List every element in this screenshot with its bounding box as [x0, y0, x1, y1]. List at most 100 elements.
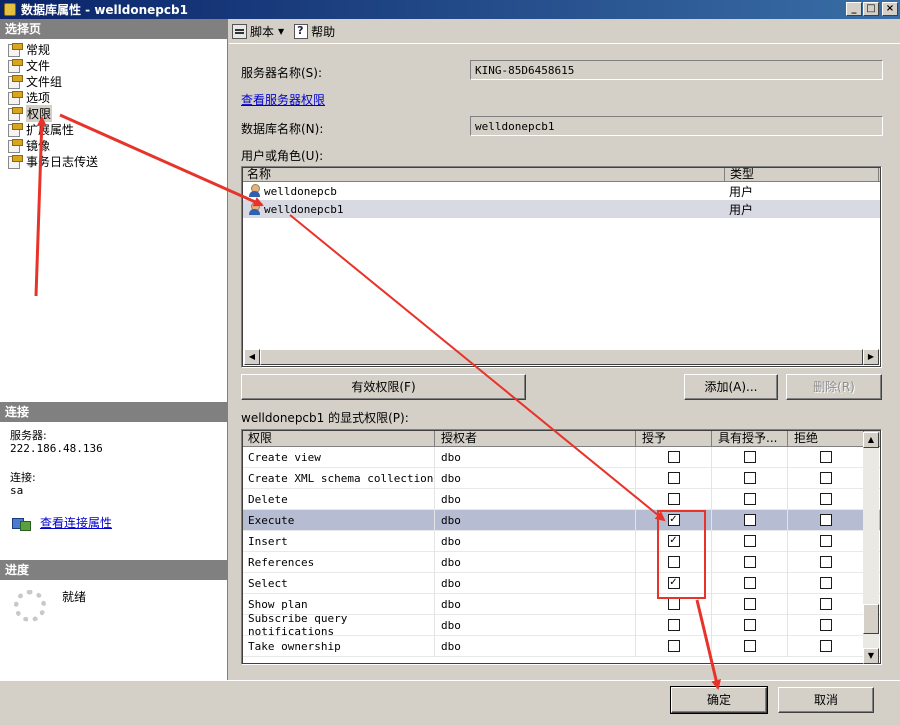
permission-row[interactable]: Select dbo ✓: [242, 572, 881, 594]
scroll-down-icon[interactable]: ▼: [863, 648, 879, 664]
column-header-type[interactable]: 类型: [725, 167, 879, 181]
with-grant-checkbox[interactable]: [743, 535, 756, 547]
grant-cell: ✓: [636, 572, 712, 594]
page-item[interactable]: 扩展属性: [6, 121, 227, 137]
permissions-grid[interactable]: 权限 授权者 授予 具有授予... 拒绝 Create view dbo Create XM…: [241, 429, 882, 665]
deny-checkbox[interactable]: [819, 577, 832, 589]
scroll-up-icon[interactable]: ▲: [863, 432, 879, 448]
deny-checkbox[interactable]: [819, 493, 832, 505]
remove-button[interactable]: 删除(R): [786, 374, 882, 400]
with-grant-checkbox[interactable]: [743, 619, 756, 631]
with-grant-cell: [712, 551, 788, 573]
with-grant-checkbox[interactable]: [743, 577, 756, 589]
page-item[interactable]: 镜像: [6, 137, 227, 153]
database-name-field[interactable]: welldonepcb1: [470, 116, 883, 136]
deny-checkbox[interactable]: [819, 598, 832, 610]
column-header-name[interactable]: 名称: [242, 167, 725, 181]
page-item[interactable]: 选项: [6, 89, 227, 105]
grantor: dbo: [435, 572, 636, 594]
permission-name: Insert: [242, 530, 435, 552]
permission-row[interactable]: References dbo: [242, 551, 881, 573]
perm-column-header[interactable]: 权限: [242, 430, 435, 446]
deny-cell: [788, 467, 864, 489]
user-name: welldonepcb: [264, 184, 337, 198]
grant-checkbox[interactable]: [667, 451, 680, 463]
ok-button[interactable]: 确定: [670, 686, 768, 714]
server-name-field[interactable]: KING-85D6458615: [470, 60, 883, 80]
help-button[interactable]: 帮助: [294, 23, 335, 40]
page-item[interactable]: 权限: [6, 104, 227, 122]
with-grant-cell: [712, 593, 788, 615]
page-item[interactable]: 文件: [6, 57, 227, 73]
deny-checkbox[interactable]: [819, 619, 832, 631]
deny-cell: [788, 614, 864, 636]
page-item[interactable]: 常规: [6, 41, 227, 57]
perm-column-header[interactable]: 拒绝: [788, 430, 864, 446]
scrollbar-thumb[interactable]: [260, 349, 863, 365]
vertical-scrollbar[interactable]: ▲ ▼: [863, 432, 879, 664]
grantor: dbo: [435, 509, 636, 531]
grant-checkbox[interactable]: [667, 472, 680, 484]
grant-cell: [636, 488, 712, 510]
grant-checkbox[interactable]: [667, 598, 680, 610]
users-listview[interactable]: 名称 类型 welldonepcb 用户 welldonepcb1 用户 ◀ ▶: [241, 166, 882, 368]
deny-checkbox[interactable]: [819, 472, 832, 484]
with-grant-cell: [712, 614, 788, 636]
perm-column-header[interactable]: 授权者: [435, 430, 636, 446]
chevron-down-icon[interactable]: ▼: [278, 27, 284, 36]
grant-checkbox[interactable]: [667, 493, 680, 505]
with-grant-checkbox[interactable]: [743, 598, 756, 610]
add-button[interactable]: 添加(A)...: [684, 374, 778, 400]
maximize-button[interactable]: □: [863, 2, 879, 16]
grant-checkbox[interactable]: [667, 619, 680, 631]
deny-checkbox[interactable]: [819, 451, 832, 463]
close-button[interactable]: ×: [882, 2, 898, 16]
minimize-button[interactable]: _: [846, 2, 862, 16]
grantor: dbo: [435, 446, 636, 468]
user-row[interactable]: welldonepcb1 用户: [242, 200, 881, 218]
permission-row[interactable]: Create view dbo: [242, 446, 881, 468]
deny-checkbox[interactable]: [819, 556, 832, 568]
perm-column-header[interactable]: 具有授予...: [712, 430, 788, 446]
permission-row[interactable]: Delete dbo: [242, 488, 881, 510]
permission-row[interactable]: Create XML schema collection dbo: [242, 467, 881, 489]
permission-name: Create view: [242, 446, 435, 468]
deny-checkbox[interactable]: [819, 514, 832, 526]
perm-column-header[interactable]: 授予: [636, 430, 712, 446]
deny-checkbox[interactable]: [819, 640, 832, 652]
grant-cell: [636, 446, 712, 468]
cancel-button[interactable]: 取消: [778, 687, 874, 713]
server-name-label: 服务器名称(S):: [241, 66, 323, 80]
page-item[interactable]: 文件组: [6, 73, 227, 89]
grant-checkbox[interactable]: ✓: [667, 535, 680, 547]
permission-row[interactable]: Insert dbo ✓: [242, 530, 881, 552]
user-row[interactable]: welldonepcb 用户: [242, 182, 881, 200]
grant-checkbox[interactable]: [667, 556, 680, 568]
with-grant-checkbox[interactable]: [743, 451, 756, 463]
user-name-cell: welldonepcb: [242, 184, 725, 198]
with-grant-checkbox[interactable]: [743, 514, 756, 526]
view-server-permissions-link[interactable]: 查看服务器权限: [241, 91, 325, 108]
permission-row[interactable]: Take ownership dbo: [242, 635, 881, 657]
scrollbar-thumb[interactable]: [863, 604, 879, 634]
help-label: 帮助: [311, 24, 336, 39]
with-grant-checkbox[interactable]: [743, 640, 756, 652]
horizontal-scrollbar[interactable]: ◀ ▶: [244, 349, 879, 365]
page-item[interactable]: 事务日志传送: [6, 153, 227, 169]
permission-row[interactable]: Execute dbo ✓: [242, 509, 881, 531]
scroll-left-icon[interactable]: ◀: [244, 349, 260, 365]
permission-row[interactable]: Subscribe query notifications dbo: [242, 612, 881, 638]
script-button[interactable]: 脚本 ▼: [232, 23, 290, 40]
scroll-right-icon[interactable]: ▶: [863, 349, 879, 365]
with-grant-checkbox[interactable]: [743, 493, 756, 505]
view-connection-properties-link[interactable]: 查看连接属性: [40, 514, 112, 531]
grant-checkbox[interactable]: [667, 640, 680, 652]
view-connection-properties[interactable]: 查看连接属性: [12, 514, 112, 531]
grant-checkbox[interactable]: ✓: [667, 514, 680, 526]
grant-checkbox[interactable]: ✓: [667, 577, 680, 589]
with-grant-checkbox[interactable]: [743, 556, 756, 568]
users-or-roles-label: 用户或角色(U):: [241, 149, 324, 163]
with-grant-checkbox[interactable]: [743, 472, 756, 484]
deny-checkbox[interactable]: [819, 535, 832, 547]
effective-permissions-button[interactable]: 有效权限(F): [241, 374, 526, 400]
